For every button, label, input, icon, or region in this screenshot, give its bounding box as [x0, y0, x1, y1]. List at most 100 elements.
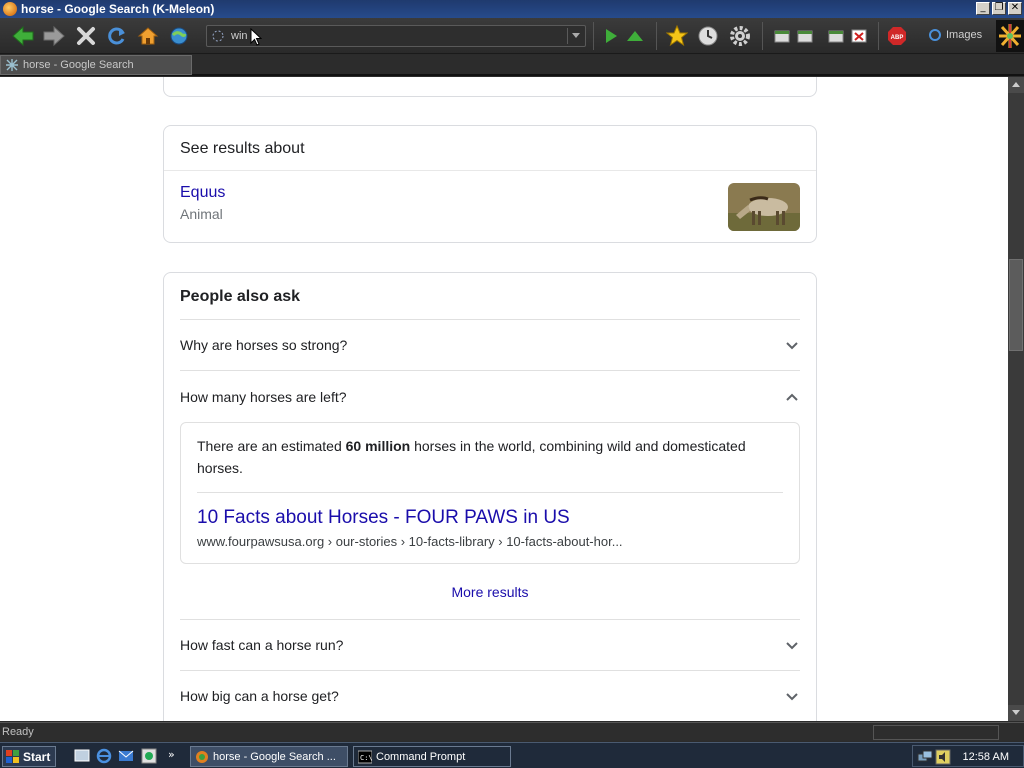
show-desktop-icon[interactable]: [74, 748, 90, 764]
url-bar[interactable]: [206, 25, 586, 47]
gear-icon: [730, 26, 750, 46]
globe-icon: [170, 27, 188, 45]
images-link-label: Images: [946, 29, 983, 41]
windows-media-player-icon[interactable]: [141, 748, 157, 764]
start-button[interactable]: Start: [2, 746, 56, 767]
stop-x-icon: [77, 27, 95, 45]
title-bar: horse - Google Search (K-Meleon) _ ❐ ✕: [0, 0, 1024, 18]
minimize-button[interactable]: _: [976, 2, 990, 15]
scroll-down-arrow-icon: [1012, 710, 1020, 715]
adblock-icon: ABP: [888, 27, 906, 45]
window-controls: _ ❐ ✕: [976, 2, 1022, 15]
chevron-down-icon: [786, 642, 798, 650]
chevron-up-icon: [786, 393, 798, 401]
network-tray-icon[interactable]: [917, 749, 933, 765]
answer-text-start: There are an estimated: [197, 438, 346, 454]
paa-question-1[interactable]: Why are horses so strong?: [180, 320, 800, 371]
task-label: horse - Google Search ...: [213, 750, 336, 763]
answer-highlight: 60 million: [345, 438, 411, 454]
home-button[interactable]: [135, 23, 161, 49]
toolbar-separator: [878, 22, 879, 50]
scrollbar-thumb[interactable]: [1009, 259, 1023, 351]
paa-question-3[interactable]: How fast can a horse run?: [180, 620, 800, 671]
horse-thumbnail[interactable]: [728, 183, 800, 231]
vertical-scrollbar[interactable]: [1008, 77, 1024, 721]
outlook-express-icon[interactable]: [118, 748, 134, 764]
back-arrow-icon: [12, 25, 34, 47]
reload-button[interactable]: [103, 23, 129, 49]
start-label: Start: [23, 749, 51, 764]
taskbar-item-command-prompt[interactable]: C:\ Command Prompt: [353, 746, 511, 767]
toolbar-separator: [656, 22, 657, 50]
tab-label: horse - Google Search: [23, 59, 134, 71]
question-text: How big can a horse get?: [180, 688, 339, 704]
paa-question-4[interactable]: How big can a horse get?: [180, 671, 800, 721]
close-window-icon: [851, 29, 867, 43]
go-button[interactable]: [598, 23, 624, 49]
previous-result-card: [163, 77, 817, 97]
taskbar-item-browser[interactable]: horse - Google Search ...: [190, 746, 348, 767]
about-entity-equus[interactable]: Equus Animal: [164, 171, 816, 235]
bookmarks-button[interactable]: [664, 23, 690, 49]
volume-tray-icon[interactable]: [935, 749, 951, 765]
navigation-toolbar: ABP Images: [0, 18, 1024, 54]
entity-title[interactable]: Equus: [180, 184, 800, 202]
windows-logo-icon: [6, 749, 19, 763]
preferences-button[interactable]: [727, 23, 753, 49]
close-window-button[interactable]: ✕: [1008, 2, 1022, 15]
url-input[interactable]: [231, 28, 551, 44]
kmeleon-throbber-logo: [996, 20, 1024, 52]
question-text: How fast can a horse run?: [180, 637, 344, 653]
scroll-up-button[interactable]: [1008, 77, 1024, 93]
history-button[interactable]: [695, 23, 721, 49]
internet-explorer-icon[interactable]: [96, 748, 112, 764]
layer-next-button[interactable]: [792, 23, 818, 49]
stop-button[interactable]: [73, 23, 99, 49]
reload-icon: [108, 27, 125, 45]
forward-arrow-icon: [43, 25, 65, 47]
adblock-button[interactable]: ABP: [884, 23, 910, 49]
paa-question-2[interactable]: How many horses are left?: [180, 371, 800, 422]
more-results-link[interactable]: More results: [180, 564, 800, 620]
url-dropdown-button[interactable]: [567, 28, 583, 44]
images-link[interactable]: Images: [928, 28, 982, 42]
people-also-ask-heading: People also ask: [180, 273, 800, 320]
see-results-about-card: See results about Equus Animal: [163, 125, 817, 243]
mouse-cursor-icon: [250, 28, 262, 46]
chevron-down-icon: [571, 33, 580, 38]
people-also-ask-card: People also ask Why are horses so strong…: [163, 272, 817, 721]
star-icon: [666, 25, 688, 47]
answer-source-link[interactable]: 10 Facts about Horses - FOUR PAWS in US: [197, 507, 783, 529]
system-tray: 12:58 AM: [912, 745, 1024, 767]
answer-source-url: www.fourpawsusa.org › our-stories › 10-f…: [197, 534, 623, 549]
back-button[interactable]: [10, 23, 36, 49]
close-layer-button[interactable]: [846, 23, 872, 49]
page-favicon-icon: [212, 30, 224, 42]
images-search-icon: [929, 29, 941, 41]
chevron-down-icon: [786, 342, 798, 350]
window-title: horse - Google Search (K-Meleon): [21, 2, 215, 16]
answer-snippet: There are an estimated 60 million horses…: [197, 435, 783, 479]
forward-button[interactable]: [41, 23, 67, 49]
page-viewport: See results about Equus Animal People al…: [0, 77, 1008, 721]
scroll-up-arrow-icon: [1012, 82, 1020, 87]
question-text: Why are horses so strong?: [180, 337, 348, 353]
scroll-down-button[interactable]: [1008, 705, 1024, 721]
status-panel: [873, 725, 999, 740]
kmeleon-logo-icon: [999, 24, 1021, 48]
toolbar-separator: [762, 22, 763, 50]
taskbar-clock: 12:58 AM: [962, 751, 1009, 763]
kmeleon-globe-button[interactable]: [166, 23, 192, 49]
window-next-icon: [797, 30, 813, 43]
up-button[interactable]: [622, 23, 648, 49]
restore-button[interactable]: ❐: [992, 2, 1006, 15]
window-prev-icon: [774, 30, 790, 43]
kmeleon-task-icon: [196, 750, 208, 763]
quicklaunch-overflow-icon[interactable]: »: [168, 748, 175, 761]
new-window-icon: [828, 30, 844, 43]
kmeleon-app-icon: [3, 2, 17, 16]
tab-bar: horse - Google Search: [0, 55, 1024, 76]
windows-taskbar: Start » horse - Google Search ... C:\ Co…: [0, 742, 1024, 768]
tab-favicon-icon: [6, 59, 18, 71]
tab-horse-search[interactable]: horse - Google Search: [0, 55, 192, 75]
